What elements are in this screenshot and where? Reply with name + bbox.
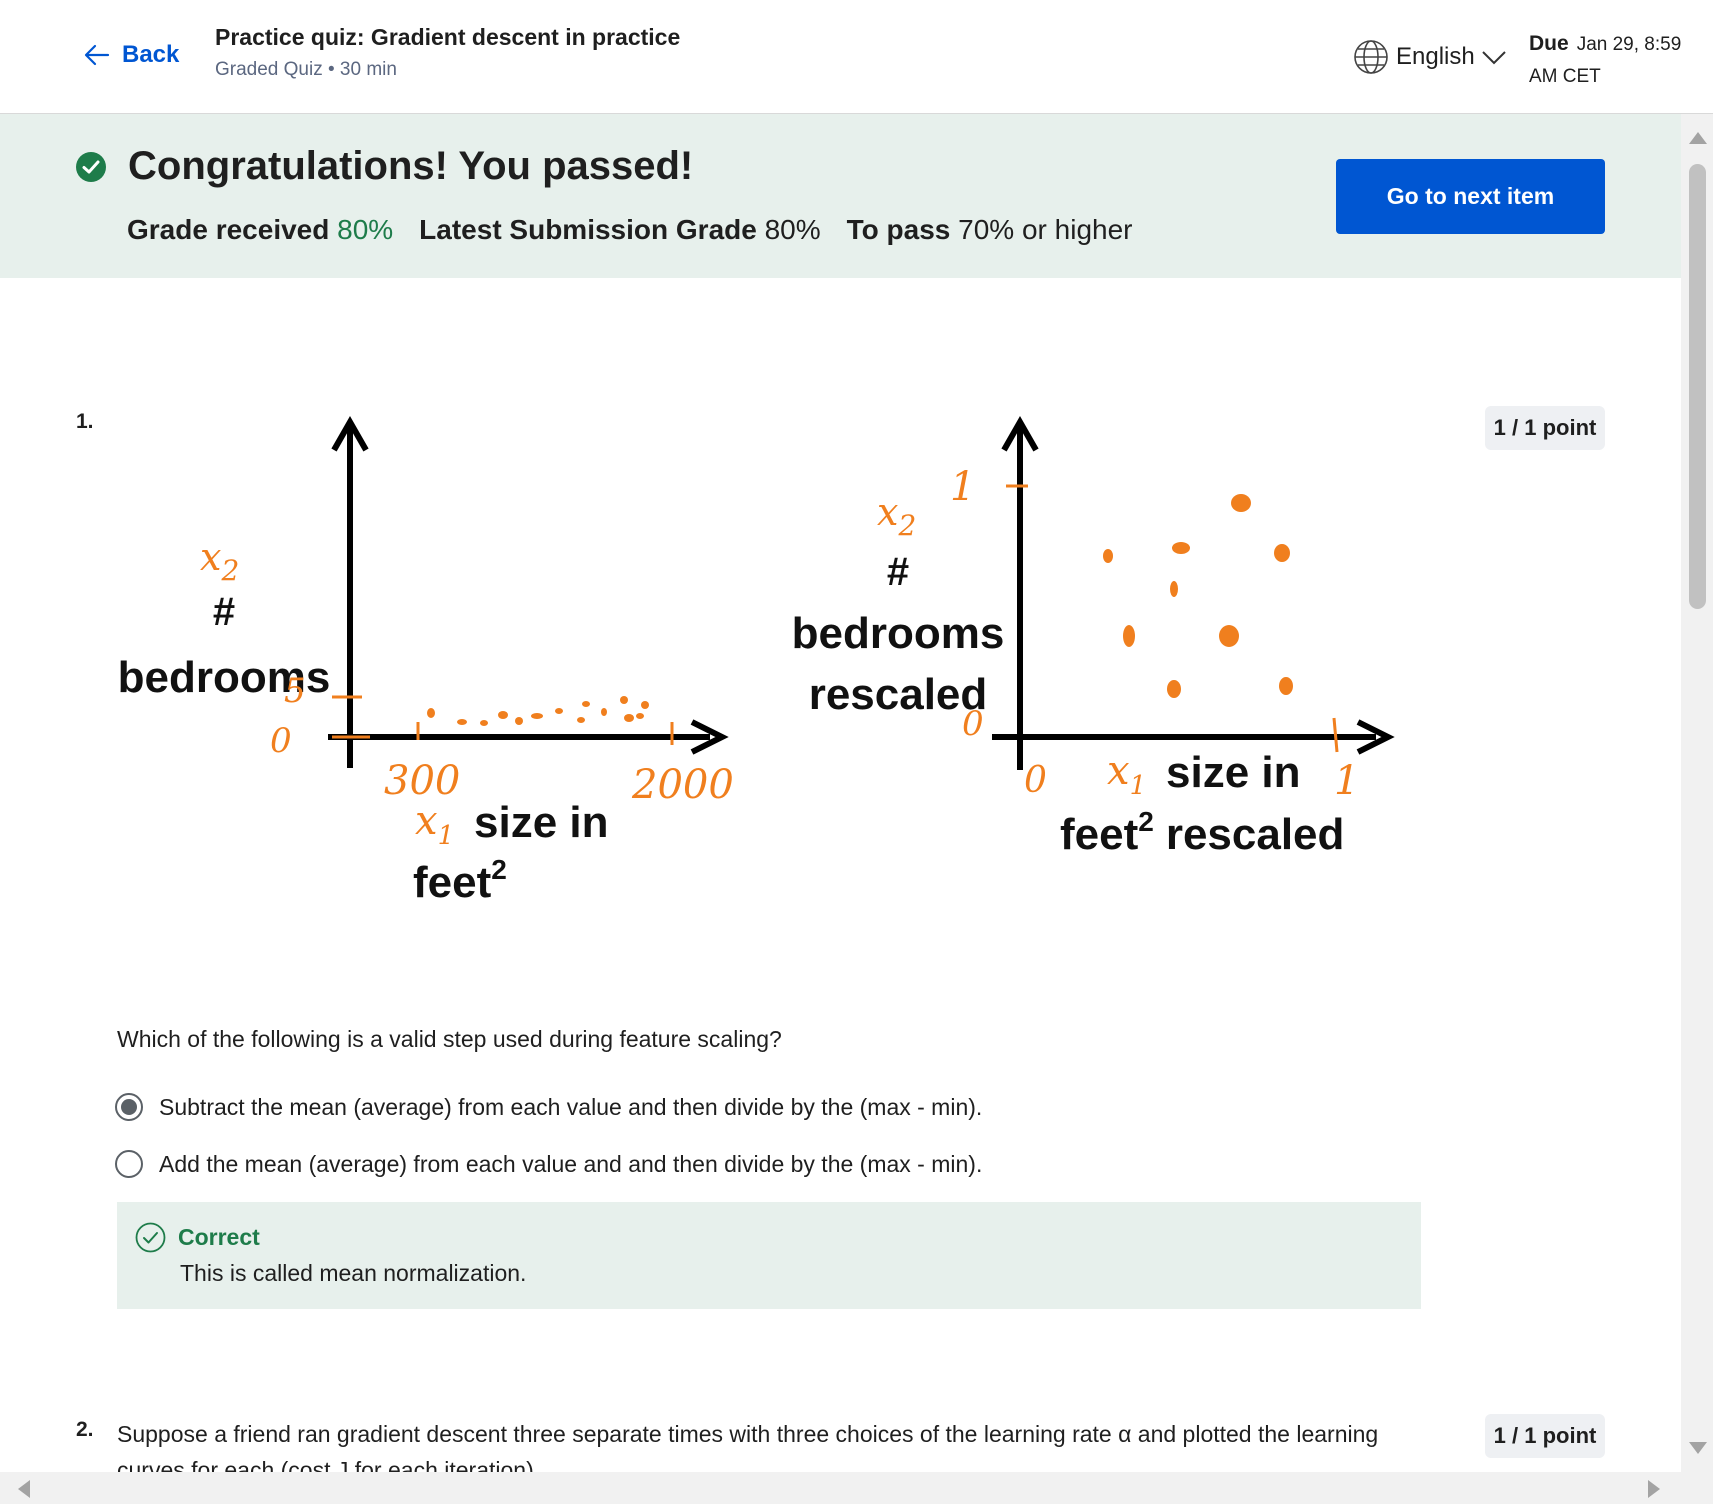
- left-xtick-right: 2000: [631, 762, 734, 808]
- quiz-title-block: Practice quiz: Gradient descent in pract…: [215, 24, 680, 81]
- question-number: 1.: [76, 410, 94, 433]
- scroll-right-arrow-icon[interactable]: [1648, 1480, 1660, 1498]
- to-pass-label: To pass: [846, 214, 951, 245]
- question-prompt: Suppose a friend ran gradient descent th…: [117, 1421, 1379, 1474]
- left-data-points: [427, 696, 649, 726]
- right-ylabel-text2: rescaled: [809, 670, 988, 719]
- left-ylabel-var: x: [200, 535, 221, 579]
- arrow-left-icon: [84, 44, 110, 66]
- feedback-status: Correct: [135, 1222, 260, 1253]
- feature-scaling-sketch: x2 # bedrooms 5 0 300 2000 x1 size in fe…: [118, 415, 1395, 907]
- answer-option[interactable]: Subtract the mean (average) from each va…: [115, 1093, 982, 1121]
- right-xlabel-sup: 2: [1138, 806, 1154, 837]
- svg-text:x2: x2: [200, 535, 239, 587]
- scroll-up-arrow-icon[interactable]: [1689, 132, 1707, 144]
- feature-scaling-figure: x2 # bedrooms 5 0 300 2000 x1 size in fe…: [110, 400, 1410, 920]
- answer-option[interactable]: Add the mean (average) from each value a…: [115, 1150, 982, 1178]
- left-ytick-bottom: 0: [270, 721, 292, 761]
- go-to-next-item-button[interactable]: Go to next item: [1336, 159, 1605, 234]
- left-xlabel-sup: 2: [491, 854, 507, 885]
- feedback-status-label: Correct: [178, 1224, 260, 1250]
- svg-text:feet2: feet2: [413, 854, 507, 907]
- language-label: English: [1396, 43, 1475, 70]
- vertical-scrollbar[interactable]: [1681, 114, 1713, 1472]
- left-xlabel-text: size in: [474, 798, 609, 847]
- left-xlabel-sub: 1: [438, 821, 455, 851]
- right-plot: x2 # bedrooms rescaled 1 0 0 1 x1 size i…: [792, 415, 1395, 859]
- answer-option-label: Subtract the mean (average) from each va…: [159, 1093, 983, 1120]
- quiz-subtitle: Graded Quiz • 30 min: [215, 59, 397, 80]
- radio-selected[interactable]: [115, 1093, 143, 1121]
- right-data-points: [1103, 494, 1293, 698]
- latest-grade-label: Latest Submission Grade: [419, 214, 757, 245]
- scroll-down-arrow-icon[interactable]: [1689, 1442, 1707, 1454]
- right-xtick-right: 1: [1334, 758, 1359, 804]
- svg-text:feet2rescaled: feet2 rescaled: [1060, 806, 1344, 859]
- answer-feedback: Correct This is called mean normalizatio…: [117, 1202, 1421, 1309]
- feedback-text: This is called mean normalization.: [180, 1260, 527, 1286]
- latest-grade-value: 80%: [764, 214, 821, 245]
- radio-unselected[interactable]: [115, 1150, 143, 1178]
- svg-text:x1: x1: [415, 798, 454, 851]
- right-xlabel-sub: 1: [1130, 771, 1147, 801]
- left-xlabel-text2: feet: [413, 858, 492, 907]
- due-label: Due: [1529, 32, 1569, 55]
- left-ylabel-hash: #: [213, 590, 235, 634]
- right-xlabel-text2: feet: [1060, 810, 1139, 859]
- svg-text:x2: x2: [877, 490, 916, 542]
- answer-option-label: Add the mean (average) from each value a…: [159, 1150, 983, 1177]
- grade-received-label: Grade received: [127, 214, 330, 245]
- right-ylabel-var: x: [877, 490, 898, 534]
- vertical-scrollbar-thumb[interactable]: [1689, 164, 1706, 609]
- right-xlabel-text: size in: [1166, 748, 1301, 797]
- question-number: 2.: [76, 1418, 94, 1441]
- points-badge: 1 / 1 point: [1485, 406, 1605, 450]
- right-xlabel-var: x: [1107, 748, 1130, 794]
- chevron-down-icon: [1482, 51, 1506, 65]
- right-ytick-bottom: 0: [962, 704, 984, 744]
- check-circle-icon: [76, 151, 106, 182]
- page-header: Back Practice quiz: Gradient descent in …: [0, 0, 1713, 114]
- banner-heading: Congratulations! You passed!: [128, 144, 694, 188]
- due-date: Due Jan 29, 8:59 AM CET: [1529, 28, 1681, 93]
- left-ytick-top: 5: [284, 671, 306, 711]
- left-plot: x2 # bedrooms 5 0 300 2000 x1 size in fe…: [118, 415, 734, 907]
- left-xlabel-var: x: [415, 798, 438, 844]
- to-pass-value: 70% or higher: [958, 214, 1133, 245]
- right-xlabel-text3: rescaled: [1166, 810, 1345, 859]
- right-ylabel-hash: #: [887, 550, 909, 594]
- left-ylabel-sub: 2: [220, 554, 239, 587]
- right-ylabel-text: bedrooms: [792, 609, 1005, 658]
- question-prompt: Which of the following is a valid step u…: [117, 1026, 782, 1052]
- grade-received-value: 80%: [337, 214, 394, 245]
- due-date-line2: AM CET: [1529, 66, 1601, 87]
- back-button[interactable]: Back: [82, 40, 179, 70]
- right-xtick-left: 0: [1024, 760, 1047, 801]
- language-selector[interactable]: English: [1352, 38, 1507, 76]
- svg-text:x1: x1: [1107, 748, 1146, 801]
- check-circle-outline-icon: [135, 1222, 166, 1253]
- points-badge: 1 / 1 point: [1485, 1414, 1605, 1458]
- page-title: Practice quiz: Gradient descent in pract…: [215, 24, 681, 50]
- globe-icon: [1354, 40, 1388, 74]
- horizontal-scrollbar[interactable]: [0, 1472, 1713, 1504]
- right-ylabel-sub: 2: [897, 509, 916, 542]
- back-label: Back: [122, 41, 180, 68]
- banner-title: Congratulations! You passed!: [76, 144, 693, 189]
- due-date-line1: Jan 29, 8:59: [1576, 34, 1682, 55]
- right-ytick-top: 1: [950, 464, 975, 510]
- scroll-left-arrow-icon[interactable]: [18, 1480, 30, 1498]
- grade-summary: Grade received 80% Latest Submission Gra…: [127, 214, 1133, 246]
